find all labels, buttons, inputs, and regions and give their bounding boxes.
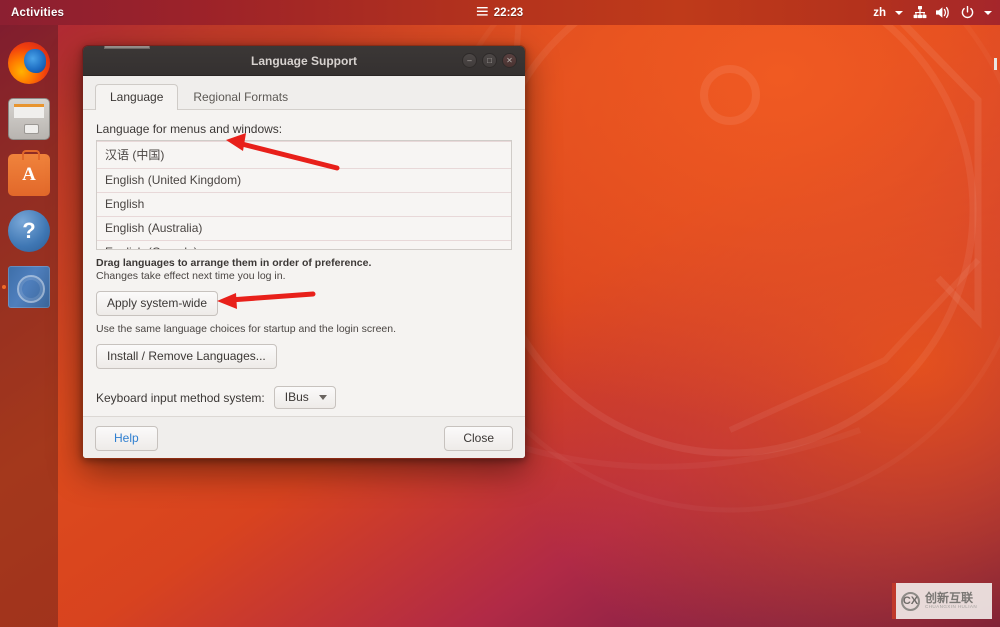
list-item[interactable]: English (United Kingdom) (97, 169, 511, 193)
window-title: Language Support (251, 53, 357, 68)
watermark-logo-icon: CX (901, 591, 920, 611)
system-menu-chevron-down-icon[interactable] (984, 10, 992, 15)
maximize-icon[interactable]: □ (482, 53, 497, 68)
watermark-en: CHUANGXIN HULIAN (925, 603, 978, 609)
dock-item-software[interactable] (0, 147, 58, 203)
language-list-label: Language for menus and windows: (96, 122, 283, 136)
clock-menu[interactable]: 22:23 (476, 6, 524, 19)
mouse-cursor (994, 58, 997, 70)
close-button[interactable]: Close (444, 426, 513, 451)
minimize-icon[interactable]: – (462, 53, 477, 68)
help-button[interactable]: Help (95, 426, 158, 451)
power-icon[interactable] (960, 5, 975, 20)
desktop-screen: Activities 22:23 zh A ? Language Support… (0, 0, 1000, 627)
tab-bar: Language Regional Formats (83, 76, 525, 110)
input-method-value: IBus (284, 390, 309, 404)
clock-time: 22:23 (493, 6, 524, 19)
dock-item-language-support[interactable] (0, 259, 58, 315)
launcher-dock (0, 25, 58, 627)
dialog-footer: Help Close (83, 416, 525, 458)
close-icon[interactable]: ✕ (502, 53, 517, 68)
window-controls: – □ ✕ (462, 53, 517, 68)
drag-hint: Drag languages to arrange them in order … (96, 257, 372, 269)
language-list[interactable]: 汉语 (中国) English (United Kingdom) English… (96, 140, 512, 250)
hamburger-menu-icon (476, 6, 488, 19)
running-indicator-dot (2, 285, 6, 289)
watermark: CX 创新互联 CHUANGXIN HULIAN (892, 583, 992, 619)
firefox-icon (8, 42, 50, 84)
volume-high-icon[interactable] (936, 5, 951, 20)
list-item[interactable]: English (97, 193, 511, 217)
input-method-select[interactable]: IBus (273, 386, 336, 409)
list-item[interactable]: English (Canada) (97, 241, 511, 249)
language-tab-content: Language for menus and windows: 汉语 (中国) … (83, 110, 525, 416)
input-method-label: Keyboard input method system: (96, 390, 265, 405)
apply-system-wide-note: Use the same language choices for startu… (96, 323, 397, 335)
window-titlebar[interactable]: Language Support – □ ✕ (83, 46, 525, 76)
language-support-window: Language Support – □ ✕ Language Regional… (82, 45, 526, 459)
input-method-row: Keyboard input method system: IBus (96, 386, 512, 409)
dock-item-files[interactable] (0, 91, 58, 147)
system-tray: zh (873, 5, 992, 20)
chevron-down-icon (318, 394, 327, 400)
install-remove-languages-button[interactable]: Install / Remove Languages... (96, 344, 277, 369)
chevron-down-icon[interactable] (895, 10, 903, 15)
watermark-cn: 创新互联 (925, 591, 974, 606)
help-icon (8, 210, 50, 252)
ubuntu-software-icon (8, 150, 50, 196)
keyboard-layout-indicator[interactable]: zh (873, 7, 886, 19)
dock-item-help[interactable] (0, 203, 58, 259)
tab-language[interactable]: Language (95, 84, 179, 110)
network-wired-icon[interactable] (912, 5, 927, 20)
login-hint: Changes take effect next time you log in… (96, 270, 286, 282)
top-bar: Activities 22:23 zh (0, 0, 1000, 25)
tab-regional-formats[interactable]: Regional Formats (178, 84, 303, 110)
dock-item-firefox[interactable] (0, 35, 58, 91)
list-item[interactable]: 汉语 (中国) (97, 141, 511, 169)
window-body: Language Regional Formats Language for m… (83, 76, 525, 458)
list-item[interactable]: English (Australia) (97, 217, 511, 241)
window-grab-handle[interactable] (104, 46, 150, 49)
language-support-icon (8, 266, 50, 308)
apply-system-wide-button[interactable]: Apply system-wide (96, 291, 219, 316)
activities-button[interactable]: Activities (11, 7, 64, 19)
files-icon (8, 98, 50, 140)
watermark-text: 创新互联 CHUANGXIN HULIAN (925, 592, 977, 609)
